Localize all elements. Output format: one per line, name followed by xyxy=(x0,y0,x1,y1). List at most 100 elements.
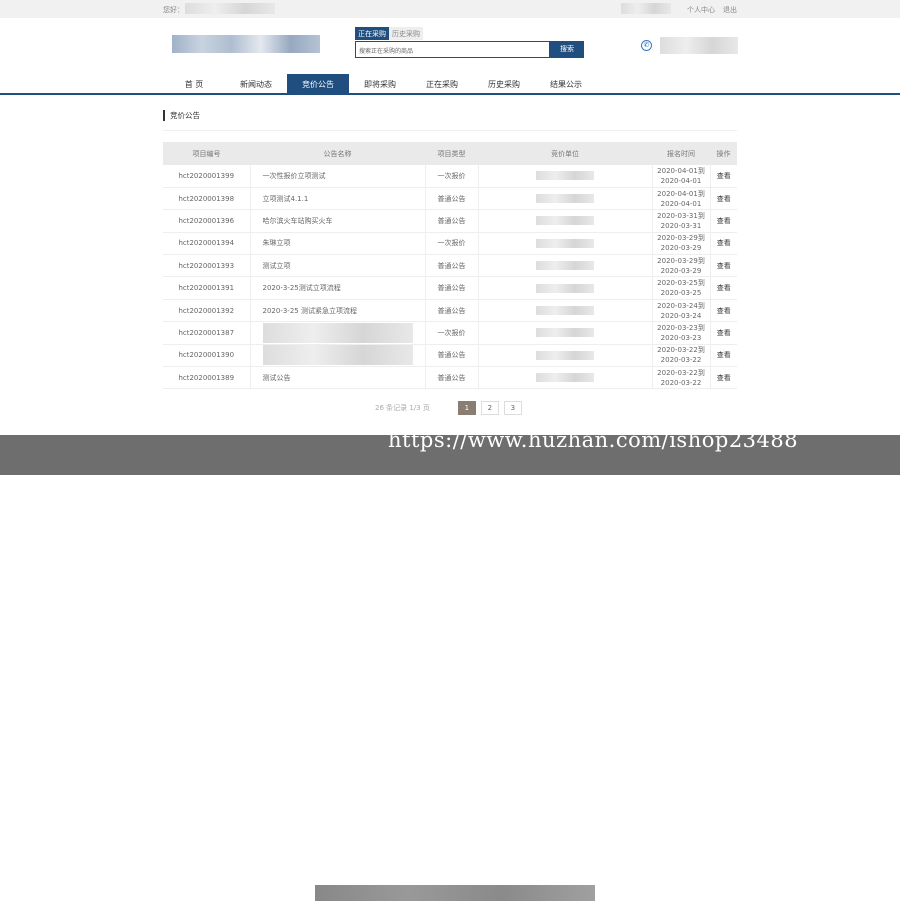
bidding-unit-blurred xyxy=(478,276,653,300)
time-start: 2020-03-22到 xyxy=(657,346,705,355)
project-id: hct2020001393 xyxy=(163,254,251,278)
time-end: 2020-03-29 xyxy=(660,266,702,275)
divider xyxy=(163,130,737,131)
table-row: hct2020001399 一次性报价立项测试 一次报价 2020-04-01到 202… xyxy=(163,165,737,188)
view-link[interactable]: 查看 xyxy=(710,276,737,300)
registration-time: 2020-04-01到 2020-04-01 xyxy=(652,165,711,188)
nav-item[interactable]: 结果公示 xyxy=(535,74,597,93)
page-3[interactable]: 3 xyxy=(503,401,522,415)
pagination-info: 26 条记录 1/3 页 xyxy=(375,404,430,412)
column-header: 项目类型 xyxy=(425,142,478,165)
announcement-name[interactable]: 一次性报价立项测试 xyxy=(250,165,426,188)
time-start: 2020-03-29到 xyxy=(657,234,705,243)
table-row: hct2020001398 立项测试4.1.1 普通公告 2020-04-01到 202… xyxy=(163,187,737,211)
project-type: 一次报价 xyxy=(425,232,479,256)
project-type: 普通公告 xyxy=(425,254,479,278)
bidding-unit-blurred xyxy=(478,366,653,390)
time-start: 2020-03-29到 xyxy=(657,256,705,265)
user-info-blurred xyxy=(621,3,671,14)
nav-item[interactable]: 竞价公告 xyxy=(287,74,349,93)
column-header: 项目编号 xyxy=(163,142,250,165)
view-link[interactable]: 查看 xyxy=(710,187,737,211)
project-id: hct2020001389 xyxy=(163,366,251,390)
announcement-table: 项目编号 公告名称 项目类型 竞价单位 报名时间 操作 hct2020001399 一次性报… xyxy=(163,142,737,390)
time-end: 2020-03-25 xyxy=(660,289,702,298)
project-type: 普通公告 xyxy=(425,276,479,300)
logo xyxy=(172,35,320,53)
bidding-unit-blurred xyxy=(478,321,653,345)
search-tab-history[interactable]: 历史采购 xyxy=(389,27,423,40)
view-link[interactable]: 查看 xyxy=(710,299,737,323)
column-header: 操作 xyxy=(710,142,737,165)
view-link[interactable]: 查看 xyxy=(710,232,737,256)
personal-center-link[interactable]: 个人中心 xyxy=(687,5,715,15)
footer-blurred xyxy=(315,885,595,901)
announcement-name-blurred[interactable] xyxy=(250,344,426,368)
announcement-name[interactable]: 2020-3-25测试立项流程 xyxy=(250,276,426,300)
announcement-name[interactable]: 立项测试4.1.1 xyxy=(250,187,426,211)
time-start: 2020-03-22到 xyxy=(657,368,705,377)
nav-item[interactable]: 历史采购 xyxy=(473,74,535,93)
view-link[interactable]: 查看 xyxy=(710,366,737,390)
nav-item[interactable]: 正在采购 xyxy=(411,74,473,93)
table-row: hct2020001390 普通公告 2020-03-22到 2020-03-22 查看 xyxy=(163,344,737,368)
search-input[interactable]: 搜索正在采购的商品 xyxy=(355,41,550,58)
project-id: hct2020001390 xyxy=(163,344,251,368)
project-type: 一次报价 xyxy=(425,165,479,188)
announcement-name[interactable]: 测试公告 xyxy=(250,366,426,390)
table-row: hct2020001394 朱琳立项 一次报价 2020-03-29到 2020-03-… xyxy=(163,232,737,256)
project-type: 普通公告 xyxy=(425,344,479,368)
view-link[interactable]: 查看 xyxy=(710,165,737,188)
view-link[interactable]: 查看 xyxy=(710,344,737,368)
bidding-unit-blurred xyxy=(478,344,653,368)
greeting: 您好： xyxy=(163,6,184,14)
announcement-name-blurred[interactable] xyxy=(250,321,426,345)
nav-item[interactable]: 首 页 xyxy=(163,74,225,93)
project-id: hct2020001399 xyxy=(163,165,251,188)
page-1[interactable]: 1 xyxy=(457,401,476,415)
pagination: 26 条记录 1/3 页 1 2 3 xyxy=(375,401,527,415)
view-link[interactable]: 查看 xyxy=(710,321,737,345)
table-row: hct2020001391 2020-3-25测试立项流程 普通公告 2020-03-… xyxy=(163,276,737,300)
time-end: 2020-03-31 xyxy=(660,221,702,230)
announcement-name[interactable]: 哈尔滨火车站购买火车 xyxy=(250,209,426,233)
registration-time: 2020-03-29到 2020-03-29 xyxy=(652,232,711,256)
nav-item[interactable]: 即将采购 xyxy=(349,74,411,93)
view-link[interactable]: 查看 xyxy=(710,254,737,278)
project-type: 普通公告 xyxy=(425,209,479,233)
time-end: 2020-03-24 xyxy=(660,311,702,320)
page-2[interactable]: 2 xyxy=(480,401,499,415)
registration-time: 2020-03-24到 2020-03-24 xyxy=(652,299,711,323)
search-tab-current[interactable]: 正在采购 xyxy=(355,27,389,40)
table-row: hct2020001389 测试公告 普通公告 2020-03-22到 2020-03-… xyxy=(163,366,737,390)
project-type: 一次报价 xyxy=(425,321,479,345)
registration-time: 2020-03-23到 2020-03-23 xyxy=(652,321,711,345)
registration-time: 2020-03-29到 2020-03-29 xyxy=(652,254,711,278)
view-link[interactable]: 查看 xyxy=(710,209,737,233)
logout-link[interactable]: 退出 xyxy=(723,5,737,15)
announcement-name[interactable]: 朱琳立项 xyxy=(250,232,426,256)
project-id: hct2020001396 xyxy=(163,209,251,233)
search-button[interactable]: 搜索 xyxy=(550,41,584,58)
time-end: 2020-03-22 xyxy=(660,378,702,387)
table-row: hct2020001387 一次报价 2020-03-23到 2020-03-23 查看 xyxy=(163,321,737,345)
column-header: 公告名称 xyxy=(250,142,425,165)
time-end: 2020-03-22 xyxy=(660,356,702,365)
project-id: hct2020001391 xyxy=(163,276,251,300)
column-header: 报名时间 xyxy=(652,142,710,165)
watermark: https://www.huzhan.com/ishop23488 xyxy=(388,428,799,452)
table-row: hct2020001392 2020-3-25 测试紧急立项流程 普通公告 2020-… xyxy=(163,299,737,323)
project-type: 普通公告 xyxy=(425,366,479,390)
project-id: hct2020001398 xyxy=(163,187,251,211)
time-end: 2020-04-01 xyxy=(660,199,702,208)
announcement-name[interactable]: 2020-3-25 测试紧急立项流程 xyxy=(250,299,426,323)
time-start: 2020-03-25到 xyxy=(657,279,705,288)
announcement-name[interactable]: 测试立项 xyxy=(250,254,426,278)
registration-time: 2020-03-22到 2020-03-22 xyxy=(652,366,711,390)
column-header: 竞价单位 xyxy=(478,142,652,165)
time-end: 2020-03-29 xyxy=(660,244,702,253)
nav-item[interactable]: 新闻动态 xyxy=(225,74,287,93)
time-start: 2020-03-23到 xyxy=(657,323,705,332)
registration-time: 2020-03-31到 2020-03-31 xyxy=(652,209,711,233)
project-id: hct2020001387 xyxy=(163,321,251,345)
